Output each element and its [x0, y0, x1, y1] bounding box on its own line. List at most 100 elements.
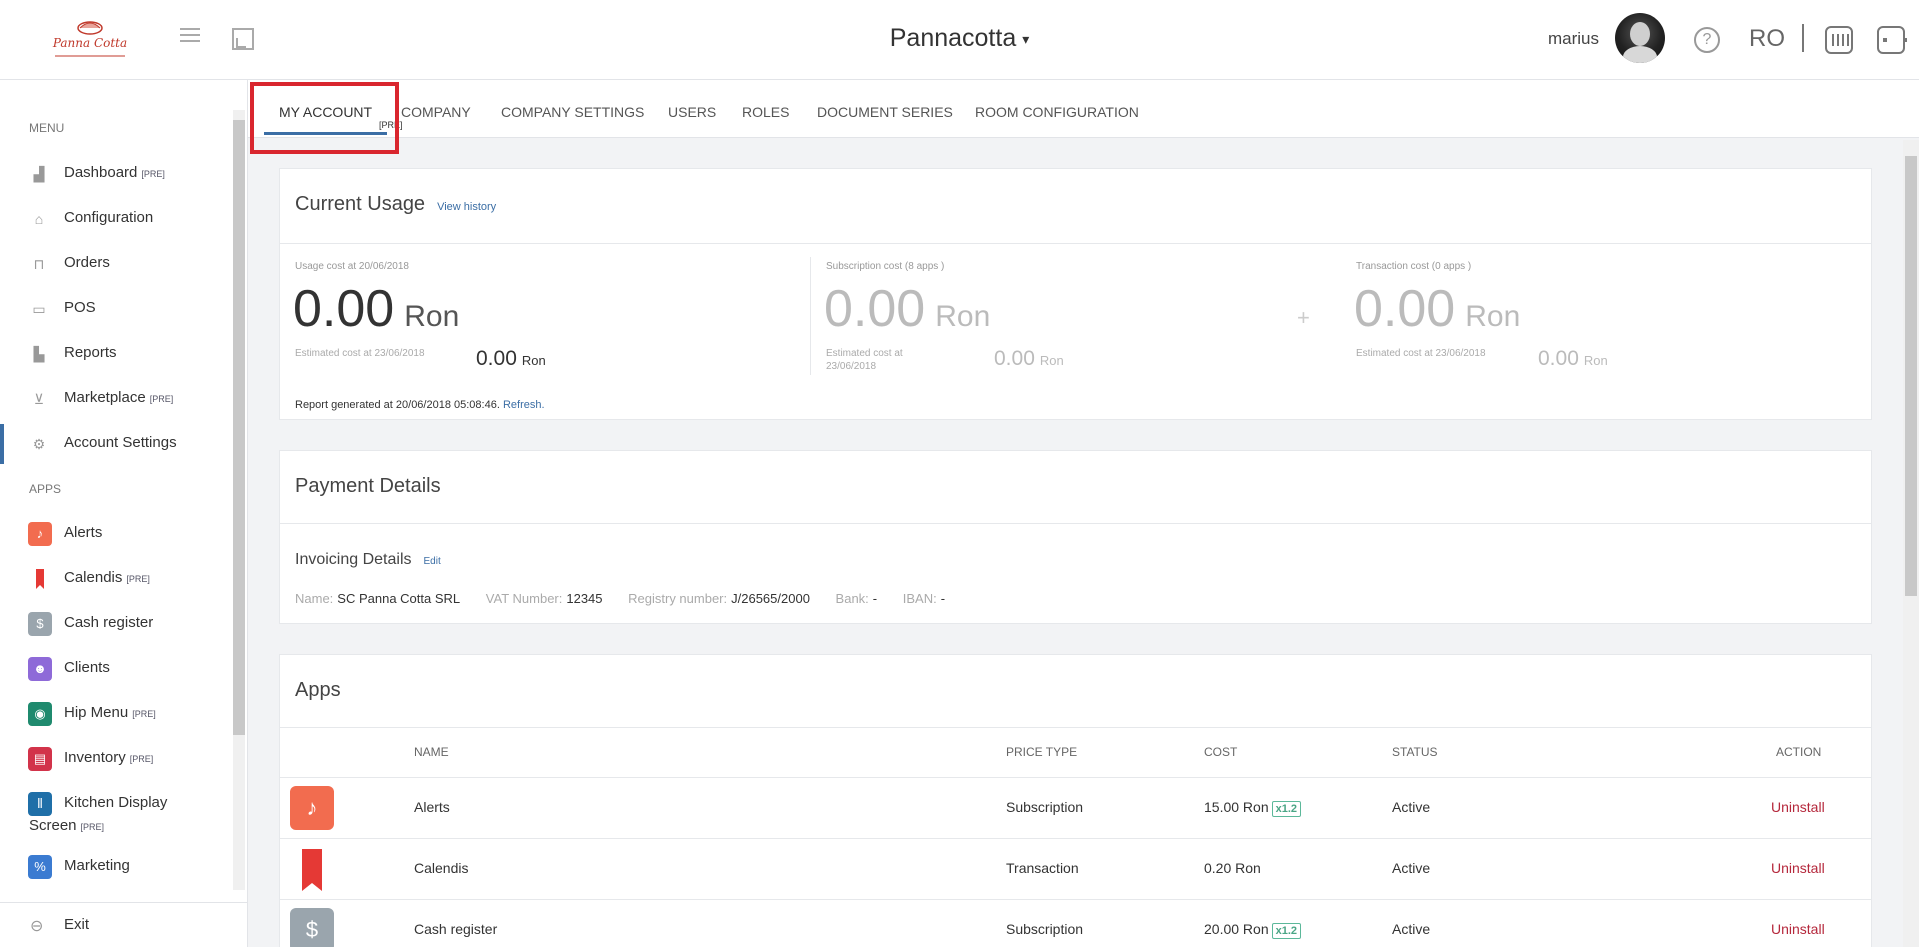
sidebar-item-marketing[interactable]: % Marketing	[0, 847, 230, 887]
column-header-cost[interactable]: COST	[1204, 745, 1237, 759]
main-scrollbar[interactable]	[1903, 140, 1919, 947]
tab-company[interactable]: COMPANY	[401, 104, 471, 120]
view-history-link[interactable]: View history	[437, 201, 496, 213]
payment-details-title: Payment Details	[295, 475, 441, 497]
sidebar-item-pos[interactable]: ▭ POS	[0, 289, 230, 329]
pre-badge: [PRE]	[132, 709, 156, 719]
sidebar-item-reports[interactable]: ▙ Reports	[0, 334, 230, 374]
table-row: ♪ Alerts Subscription 15.00 Ron x1.2 Acti…	[280, 777, 1871, 837]
sidebar-item-label: Marketplace	[64, 389, 146, 406]
app-cost: 0.20 Ron	[1204, 860, 1261, 876]
pos-icon: ▭	[32, 301, 46, 317]
gear-icon: ⚙	[32, 436, 46, 452]
est-value: 0.00	[994, 347, 1035, 370]
refresh-link[interactable]: Refresh.	[503, 399, 545, 411]
subscription-estimated-label: Estimated cost at 23/06/2018	[826, 347, 903, 373]
sidebar-item-label: Hip Menu	[64, 704, 129, 721]
bank-value: -	[872, 591, 878, 606]
invoicing-title: Invoicing Details	[295, 551, 412, 568]
cost-value: 20.00 Ron	[1204, 921, 1269, 937]
sidebar-item-label: Alerts	[64, 524, 103, 541]
coins-icon: $	[290, 908, 334, 947]
apps-heading: APPS	[29, 482, 62, 496]
app-price-type: Subscription	[1006, 799, 1084, 815]
support-icon[interactable]	[1825, 26, 1853, 54]
tab-users[interactable]: USERS	[668, 104, 716, 120]
caret-down-icon[interactable]: ▾	[1022, 31, 1029, 47]
sidebar-item-account-settings[interactable]: ⚙ Account Settings	[0, 424, 230, 464]
edit-invoicing-link[interactable]: Edit	[424, 556, 441, 567]
transaction-unit: Ron	[1465, 300, 1521, 333]
sidebar-item-kitchen-display[interactable]: ⫴ Kitchen Display Screen [PRE]	[0, 784, 230, 842]
tab-company-settings[interactable]: COMPANY SETTINGS	[501, 104, 644, 120]
header-divider	[1802, 24, 1804, 52]
sidebar-item-configuration[interactable]: ⌂ Configuration	[0, 199, 230, 239]
main-scroll-thumb[interactable]	[1905, 156, 1917, 596]
invoicing-details-header: Invoicing Details Edit	[295, 551, 441, 569]
app-cost: 20.00 Ron x1.2	[1204, 921, 1302, 939]
sidebar-item-label: Orders	[64, 254, 110, 271]
tab-document-series[interactable]: DOCUMENT SERIES	[817, 104, 953, 120]
tab-room-configuration[interactable]: ROOM CONFIGURATION	[975, 104, 1139, 120]
column-header-status[interactable]: STATUS	[1392, 745, 1438, 759]
column-header-name[interactable]: NAME	[414, 745, 449, 759]
usage-unit: Ron	[404, 300, 460, 333]
cart-icon: ⊻	[33, 391, 45, 407]
app-name: Calendis	[414, 860, 469, 876]
menu-toggle-icon[interactable]	[180, 28, 200, 48]
username[interactable]: marius	[1548, 29, 1599, 49]
sidebar-item-label: Configuration	[64, 209, 154, 226]
location-name[interactable]: Pannacotta	[890, 24, 1017, 52]
sidebar-item-label-line2: Screen	[29, 817, 77, 834]
multiplier-badge: x1.2	[1271, 801, 1302, 817]
help-icon[interactable]: ?	[1694, 27, 1720, 53]
sidebar: MENU ▟ Dashboard [PRE] ⌂ Configuration ⊓ …	[0, 80, 248, 947]
sidebar-item-hip-menu[interactable]: ◉ Hip Menu [PRE]	[0, 694, 230, 734]
sidebar-item-cash-register[interactable]: $ Cash register	[0, 604, 230, 644]
exit-icon: ⊖	[30, 918, 44, 935]
sidebar-item-dashboard[interactable]: ▟ Dashboard [PRE]	[0, 154, 230, 194]
fullscreen-icon[interactable]	[232, 28, 254, 50]
plus-sign: +	[1297, 305, 1310, 330]
tab-roles[interactable]: ROLES	[742, 104, 789, 120]
logout-icon[interactable]	[1877, 26, 1907, 54]
avatar[interactable]	[1615, 13, 1665, 63]
divider	[280, 523, 1871, 524]
sidebar-scrollbar[interactable]	[233, 110, 245, 890]
tab-my-account[interactable]: MY ACCOUNT [PRE]	[263, 104, 403, 135]
iban-label: IBAN:	[902, 591, 937, 606]
uninstall-button[interactable]: Uninstall	[1771, 921, 1825, 937]
language-selector[interactable]: RO	[1749, 25, 1785, 53]
company-logo[interactable]: Panna Cotta	[45, 16, 135, 62]
sidebar-item-orders[interactable]: ⊓ Orders	[0, 244, 230, 284]
app-price-type: Subscription	[1006, 921, 1084, 937]
est-unit: Ron	[521, 353, 546, 368]
est-label-line1: Estimated cost at	[826, 348, 903, 359]
sidebar-item-calendis[interactable]: Calendis [PRE]	[0, 559, 230, 599]
uninstall-button[interactable]: Uninstall	[1771, 799, 1825, 815]
app-price-type: Transaction	[1006, 860, 1079, 876]
divider	[280, 727, 1871, 728]
sidebar-item-inventory[interactable]: ▤ Inventory [PRE]	[0, 739, 230, 779]
name-value: SC Panna Cotta SRL	[337, 591, 461, 606]
column-header-action[interactable]: ACTION	[1776, 745, 1821, 759]
exit-button[interactable]: ⊖ Exit	[0, 902, 248, 947]
uninstall-button[interactable]: Uninstall	[1771, 860, 1825, 876]
vat-value: 12345	[566, 591, 603, 606]
sidebar-item-label: POS	[64, 299, 96, 316]
payment-details-card: Payment Details Invoicing Details Edit Na…	[279, 450, 1872, 624]
cutlery-icon: ⫴	[28, 792, 52, 816]
usage-cost-value: 0.00 Ron	[293, 279, 459, 339]
sidebar-item-marketplace[interactable]: ⊻ Marketplace [PRE]	[0, 379, 230, 419]
column-header-price-type[interactable]: PRICE TYPE	[1006, 745, 1077, 759]
column-divider	[810, 257, 811, 375]
registry-label: Registry number:	[628, 591, 728, 606]
pre-badge: [PRE]	[126, 574, 150, 584]
sidebar-scroll-thumb[interactable]	[233, 120, 245, 735]
invoicing-details-row: Name: SC Panna Cotta SRL VAT Number: 12345…	[295, 591, 967, 606]
sidebar-item-alerts[interactable]: ♪ Alerts	[0, 514, 230, 554]
sidebar-item-label: Clients	[64, 659, 110, 676]
report-generated-text: Report generated at 20/06/2018 05:08:46.…	[295, 399, 545, 411]
sidebar-item-clients[interactable]: ☻ Clients	[0, 649, 230, 689]
registry-value: J/26565/2000	[731, 591, 810, 606]
